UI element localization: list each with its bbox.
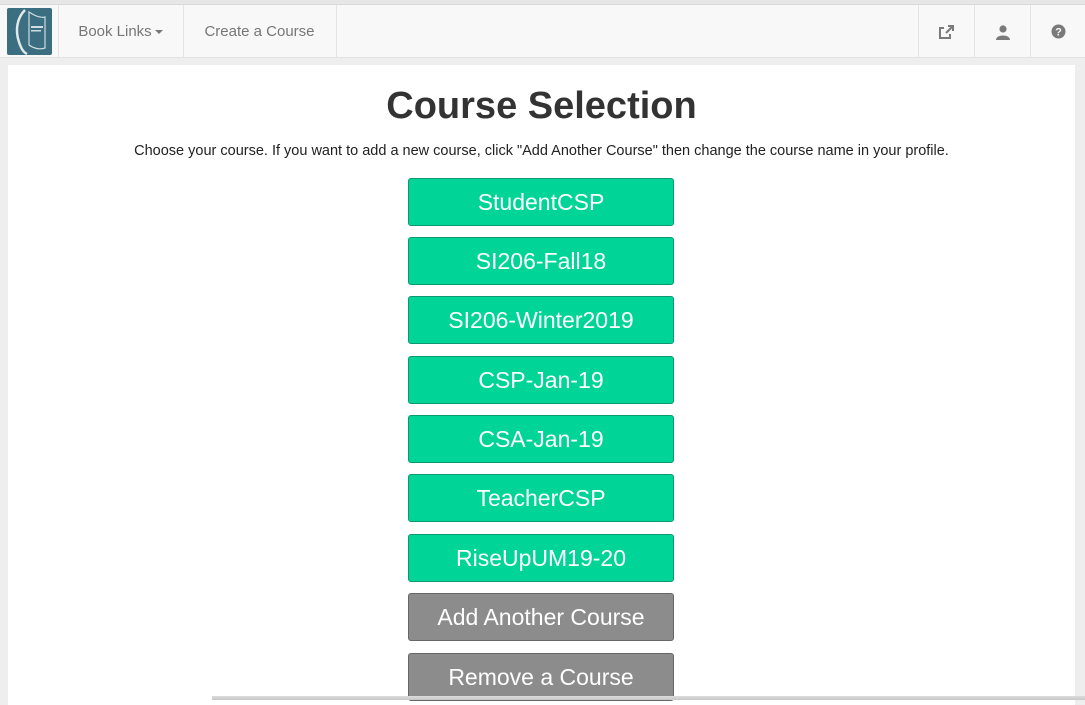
help-icon: ? (1051, 24, 1066, 39)
page-instructions: Choose your course. If you want to add a… (134, 143, 949, 159)
page-title: Course Selection (386, 85, 697, 127)
course-button-teachercsp[interactable]: TeacherCSP (408, 474, 674, 522)
svg-text:?: ? (1055, 27, 1062, 39)
navbar: Book Links Create a Course ? (0, 4, 1085, 58)
book-links-label: Book Links (78, 23, 152, 40)
caret-down-icon (154, 29, 163, 34)
book-links-dropdown[interactable]: Book Links (58, 5, 183, 58)
user-profile-button[interactable] (975, 5, 1030, 58)
create-course-link[interactable]: Create a Course (183, 5, 336, 58)
nav-divider (336, 5, 337, 58)
share-icon (939, 24, 954, 39)
course-button-si206-winter2019[interactable]: SI206-Winter2019 (408, 296, 674, 344)
create-course-label: Create a Course (204, 23, 315, 40)
course-button-csp-jan-19[interactable]: CSP-Jan-19 (408, 356, 674, 404)
bottom-edge (212, 696, 1085, 700)
course-selection-panel: Course Selection Choose your course. If … (8, 65, 1075, 705)
remove-course-button[interactable]: Remove a Course (408, 653, 674, 701)
help-button[interactable]: ? (1031, 5, 1085, 58)
user-icon (995, 24, 1010, 40)
site-logo[interactable] (7, 8, 52, 55)
course-button-si206-fall18[interactable]: SI206-Fall18 (408, 237, 674, 285)
add-course-button[interactable]: Add Another Course (408, 593, 674, 641)
course-button-riseupum19-20[interactable]: RiseUpUM19-20 (408, 534, 674, 582)
course-button-csa-jan-19[interactable]: CSA-Jan-19 (408, 415, 674, 463)
share-button[interactable] (919, 5, 974, 58)
course-button-studentcsp[interactable]: StudentCSP (408, 178, 674, 226)
